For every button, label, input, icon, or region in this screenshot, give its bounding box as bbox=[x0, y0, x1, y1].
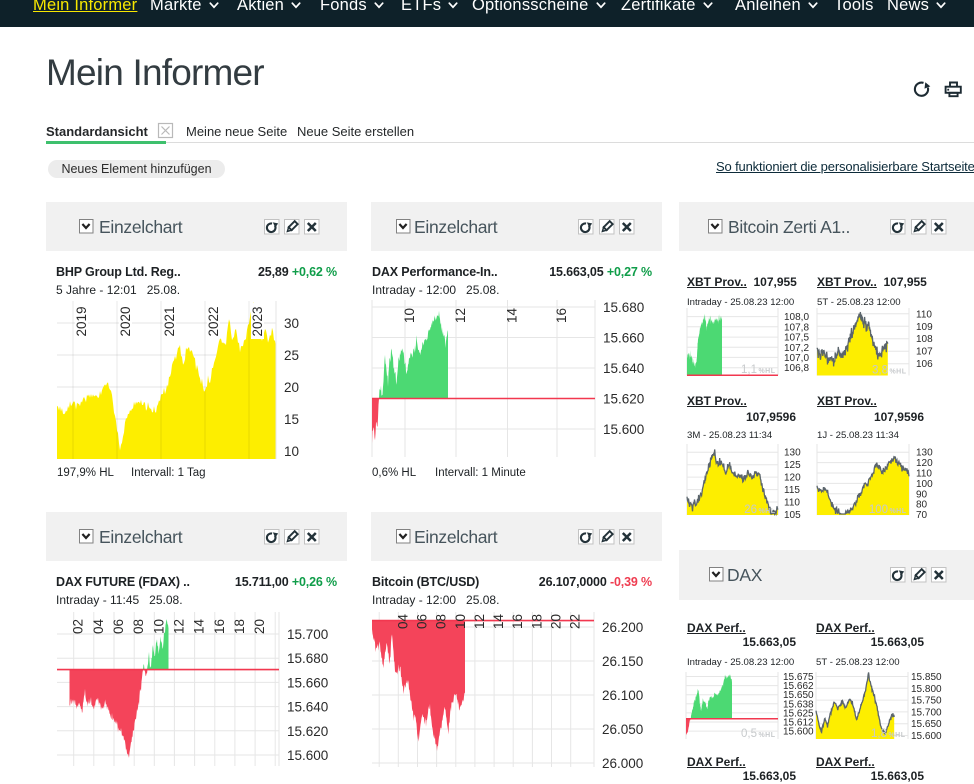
svg-text:120: 120 bbox=[916, 458, 933, 469]
svg-text:%HL: %HL bbox=[888, 732, 905, 739]
svg-text:08: 08 bbox=[434, 614, 449, 629]
svg-text:16: 16 bbox=[554, 308, 569, 323]
svg-text:15.600: 15.600 bbox=[911, 731, 942, 742]
svg-text:25: 25 bbox=[284, 348, 299, 363]
svg-text:02: 02 bbox=[71, 619, 86, 634]
svg-text:110: 110 bbox=[784, 498, 800, 509]
svg-text:16: 16 bbox=[510, 614, 525, 629]
svg-text:1,8: 1,8 bbox=[871, 728, 887, 740]
svg-text:15.620: 15.620 bbox=[603, 392, 644, 407]
svg-text:130: 130 bbox=[916, 448, 933, 459]
svg-text:15.700: 15.700 bbox=[911, 707, 942, 718]
svg-text:26.000: 26.000 bbox=[602, 756, 643, 771]
svg-text:106: 106 bbox=[916, 359, 933, 370]
svg-text:26: 26 bbox=[744, 504, 757, 516]
svg-text:15.660: 15.660 bbox=[287, 675, 328, 690]
svg-text:20: 20 bbox=[284, 380, 299, 395]
svg-text:10: 10 bbox=[284, 444, 299, 459]
svg-text:06: 06 bbox=[415, 614, 430, 629]
svg-text:%HL: %HL bbox=[758, 368, 775, 375]
svg-text:18: 18 bbox=[232, 619, 247, 634]
svg-text:08: 08 bbox=[131, 619, 146, 634]
svg-text:14: 14 bbox=[505, 307, 520, 323]
svg-text:2019: 2019 bbox=[74, 306, 89, 336]
svg-text:15.620: 15.620 bbox=[287, 724, 328, 739]
svg-text:120: 120 bbox=[784, 473, 801, 484]
svg-text:22: 22 bbox=[568, 614, 583, 629]
svg-text:15: 15 bbox=[284, 412, 299, 427]
svg-text:30: 30 bbox=[284, 316, 299, 331]
svg-text:20: 20 bbox=[549, 614, 564, 629]
svg-text:04: 04 bbox=[91, 618, 106, 634]
svg-text:110: 110 bbox=[916, 309, 932, 320]
svg-text:15.680: 15.680 bbox=[287, 651, 328, 666]
svg-text:1,1: 1,1 bbox=[741, 364, 757, 376]
svg-text:3,8: 3,8 bbox=[872, 365, 888, 377]
svg-text:12: 12 bbox=[171, 619, 186, 634]
svg-text:06: 06 bbox=[111, 619, 126, 634]
svg-text:15.640: 15.640 bbox=[603, 361, 644, 376]
svg-text:90: 90 bbox=[916, 489, 928, 500]
svg-text:108: 108 bbox=[916, 334, 933, 345]
svg-text:04: 04 bbox=[395, 613, 410, 629]
svg-text:26.050: 26.050 bbox=[602, 722, 643, 737]
svg-text:80: 80 bbox=[916, 500, 928, 511]
svg-text:16: 16 bbox=[212, 619, 227, 634]
svg-text:100: 100 bbox=[916, 479, 933, 490]
svg-text:26.200: 26.200 bbox=[602, 620, 643, 635]
svg-text:26.150: 26.150 bbox=[602, 654, 643, 669]
svg-text:15.850: 15.850 bbox=[911, 672, 942, 683]
svg-text:%HL: %HL bbox=[758, 732, 775, 739]
svg-text:130: 130 bbox=[784, 448, 801, 459]
svg-text:100: 100 bbox=[869, 504, 888, 516]
svg-text:15.680: 15.680 bbox=[603, 300, 644, 315]
svg-text:15.700: 15.700 bbox=[287, 627, 328, 642]
svg-text:106,8: 106,8 bbox=[784, 363, 809, 374]
svg-text:26.100: 26.100 bbox=[602, 688, 643, 703]
svg-text:107: 107 bbox=[916, 347, 933, 358]
svg-text:18: 18 bbox=[529, 614, 544, 629]
svg-text:2021: 2021 bbox=[162, 306, 177, 336]
svg-text:0,5: 0,5 bbox=[741, 728, 757, 740]
svg-text:2023: 2023 bbox=[250, 306, 265, 336]
svg-text:10: 10 bbox=[453, 614, 468, 629]
svg-text:15.650: 15.650 bbox=[911, 719, 942, 730]
svg-text:15.800: 15.800 bbox=[911, 684, 942, 695]
svg-text:15.750: 15.750 bbox=[911, 696, 942, 707]
svg-text:20: 20 bbox=[252, 619, 267, 634]
svg-text:115: 115 bbox=[784, 485, 800, 496]
svg-text:15.600: 15.600 bbox=[783, 727, 814, 738]
svg-text:12: 12 bbox=[472, 614, 487, 629]
svg-text:14: 14 bbox=[491, 613, 506, 629]
svg-text:14: 14 bbox=[192, 618, 207, 634]
svg-text:125: 125 bbox=[784, 460, 801, 471]
svg-text:15.660: 15.660 bbox=[603, 331, 644, 346]
svg-text:15.600: 15.600 bbox=[287, 748, 328, 763]
svg-text:2020: 2020 bbox=[118, 306, 133, 336]
svg-text:12: 12 bbox=[453, 308, 468, 323]
svg-text:109: 109 bbox=[916, 322, 933, 333]
svg-text:15.600: 15.600 bbox=[603, 422, 644, 437]
svg-text:%HL: %HL bbox=[889, 369, 906, 376]
svg-text:10: 10 bbox=[402, 308, 417, 323]
svg-text:2022: 2022 bbox=[206, 306, 221, 336]
svg-text:10: 10 bbox=[151, 619, 166, 634]
svg-text:%HL: %HL bbox=[758, 508, 775, 515]
svg-text:110: 110 bbox=[916, 469, 932, 480]
svg-text:70: 70 bbox=[916, 510, 928, 521]
svg-text:105: 105 bbox=[784, 510, 801, 521]
svg-text:%HL: %HL bbox=[889, 508, 906, 515]
svg-text:15.640: 15.640 bbox=[287, 700, 328, 715]
